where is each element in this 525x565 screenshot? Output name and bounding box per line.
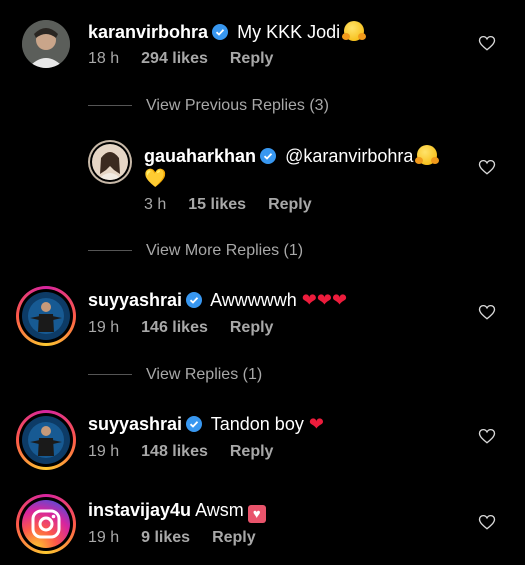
verified-badge-icon — [186, 416, 203, 432]
like-heart-icon[interactable] — [478, 158, 496, 176]
reply-button[interactable]: Reply — [212, 529, 256, 546]
view-replies-button[interactable]: View Replies (1) — [88, 366, 262, 384]
likes-count[interactable]: 146 likes — [141, 319, 208, 336]
red-heart-emoji: ❤ — [308, 414, 324, 435]
username[interactable]: karanvirbohra — [88, 22, 208, 42]
comment-text: Awwwwwh — [210, 290, 297, 310]
avatar[interactable] — [22, 500, 70, 548]
comment-text: Tandon boy — [210, 414, 304, 434]
verified-badge-icon — [186, 292, 203, 308]
mention-link[interactable]: @karanvirbohra — [285, 146, 413, 166]
likes-count[interactable]: 9 likes — [141, 529, 190, 546]
like-heart-icon[interactable] — [478, 34, 496, 52]
divider — [88, 374, 132, 376]
heart-emoji: ♥ — [247, 505, 266, 523]
avatar[interactable] — [22, 20, 70, 68]
timestamp: 3 h — [144, 196, 167, 213]
avatar[interactable] — [22, 292, 70, 340]
username[interactable]: suyyashrai — [88, 290, 182, 310]
view-previous-replies-button[interactable]: View Previous Replies (3) — [88, 97, 329, 115]
comment-text: Awsm — [195, 500, 244, 520]
comment-text: My KKK Jodi — [237, 22, 341, 42]
reply-button[interactable]: Reply — [230, 50, 274, 67]
avatar[interactable] — [22, 416, 70, 464]
comments-list: karanvirbohra My KKK Jodi 18 h 294 likes R… — [0, 0, 525, 565]
timestamp: 19 h — [88, 319, 120, 336]
likes-count[interactable]: 294 likes — [141, 50, 208, 67]
reply-button[interactable]: Reply — [230, 319, 274, 336]
reply-button[interactable]: Reply — [268, 196, 312, 213]
username[interactable]: instavijay4u — [88, 500, 191, 520]
avatar[interactable] — [92, 144, 128, 180]
like-heart-icon[interactable] — [478, 513, 496, 531]
red-heart-emoji: ❤❤❤ — [301, 290, 348, 311]
like-heart-icon[interactable] — [478, 427, 496, 445]
yellow-heart-emoji: 💛 — [144, 168, 167, 189]
verified-badge-icon — [260, 148, 277, 164]
timestamp: 19 h — [88, 529, 120, 546]
hugging-face-emoji — [415, 145, 440, 165]
like-heart-icon[interactable] — [478, 303, 496, 321]
timestamp: 19 h — [88, 443, 120, 460]
divider — [88, 250, 132, 252]
username[interactable]: gauaharkhan — [144, 146, 256, 166]
reply-button[interactable]: Reply — [230, 443, 274, 460]
likes-count[interactable]: 148 likes — [141, 443, 208, 460]
likes-count[interactable]: 15 likes — [188, 196, 246, 213]
hugging-face-emoji — [342, 21, 367, 41]
divider — [88, 105, 132, 107]
view-more-replies-button[interactable]: View More Replies (1) — [88, 242, 303, 260]
timestamp: 18 h — [88, 50, 120, 67]
verified-badge-icon — [212, 24, 229, 40]
username[interactable]: suyyashrai — [88, 414, 182, 434]
